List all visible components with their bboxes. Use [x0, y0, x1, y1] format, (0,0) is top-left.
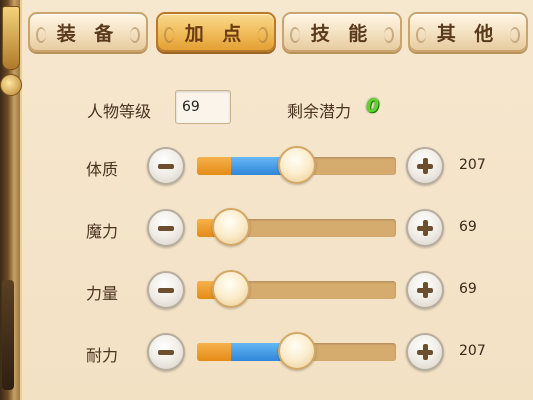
stat-slider-track[interactable]: [197, 146, 396, 184]
minus-icon: [158, 164, 174, 169]
stat-slider-track[interactable]: [197, 208, 396, 246]
slider-knob[interactable]: [278, 332, 316, 370]
plus-icon-vertical: [423, 344, 428, 360]
plus-icon-vertical: [423, 282, 428, 298]
slider-knob[interactable]: [212, 270, 250, 308]
plus-button[interactable]: [406, 147, 444, 185]
knot-ornament: [0, 74, 22, 96]
minus-icon: [158, 226, 174, 231]
stat-label: 耐力: [86, 346, 119, 365]
minus-button[interactable]: [147, 333, 185, 371]
stat-label: 力量: [86, 284, 119, 303]
plus-button[interactable]: [406, 209, 444, 247]
level-label: 人物等级: [87, 102, 152, 121]
minus-icon: [158, 288, 174, 293]
tab-bar: 装 备 加 点 技 能 其 他: [28, 12, 530, 54]
remaining-potential-value: 0: [366, 95, 380, 117]
attribute-panel: [22, 0, 533, 400]
minus-button[interactable]: [147, 209, 185, 247]
stat-value: 69: [459, 219, 477, 235]
left-frame-ornament: [0, 0, 22, 400]
tab-add-points[interactable]: 加 点: [156, 12, 276, 52]
plus-button[interactable]: [406, 333, 444, 371]
tab-equipment[interactable]: 装 备: [28, 12, 148, 52]
remaining-potential-label: 剩余潜力: [287, 102, 352, 121]
stat-slider-track[interactable]: [197, 332, 396, 370]
plus-icon-vertical: [423, 158, 428, 174]
slider-knob[interactable]: [278, 146, 316, 184]
minus-button[interactable]: [147, 271, 185, 309]
stat-label: 魔力: [86, 222, 119, 241]
plus-button[interactable]: [406, 271, 444, 309]
stat-value: 207: [459, 157, 486, 173]
tassel-ornament: [2, 6, 20, 70]
level-input[interactable]: [175, 90, 231, 124]
stat-slider-track[interactable]: [197, 270, 396, 308]
frame-edge-ornament: [2, 280, 14, 390]
tab-skills[interactable]: 技 能: [282, 12, 402, 52]
stat-label: 体质: [86, 160, 119, 179]
stat-value: 207: [459, 343, 486, 359]
minus-icon: [158, 350, 174, 355]
stat-value: 69: [459, 281, 477, 297]
minus-button[interactable]: [147, 147, 185, 185]
slider-knob[interactable]: [212, 208, 250, 246]
plus-icon-vertical: [423, 220, 428, 236]
base-fill: [197, 157, 231, 175]
tab-other[interactable]: 其 他: [408, 12, 528, 52]
base-fill: [197, 343, 231, 361]
